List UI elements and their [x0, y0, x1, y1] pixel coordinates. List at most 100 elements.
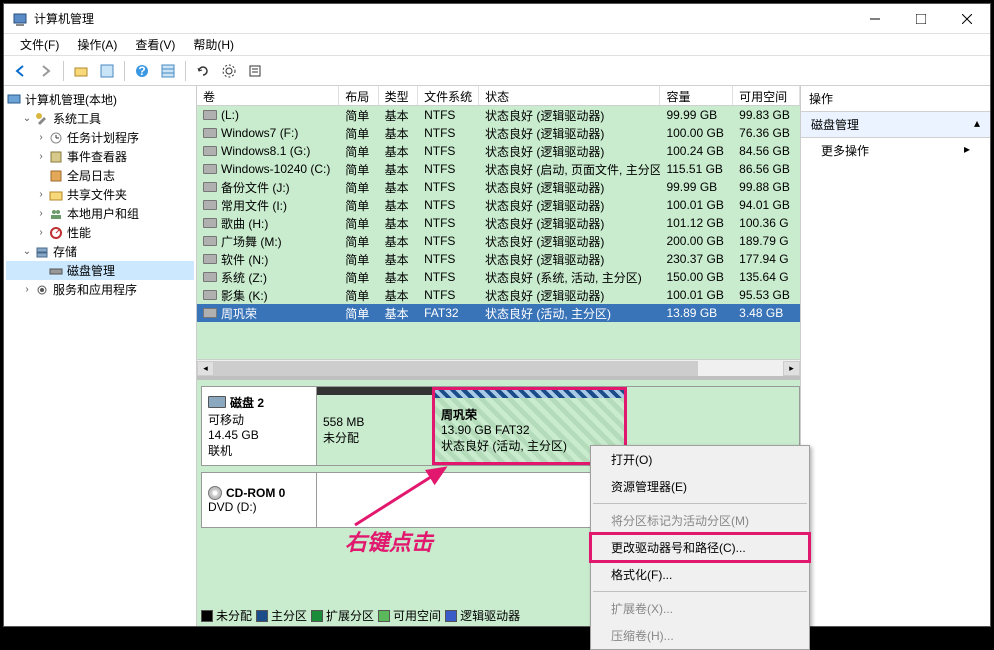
scroll-right-button[interactable]: ▸ — [783, 361, 800, 376]
forward-button[interactable] — [34, 59, 58, 83]
col-status[interactable]: 状态 — [479, 86, 660, 105]
volume-row[interactable]: 系统 (Z:)简单基本NTFS状态良好 (系统, 活动, 主分区)150.00 … — [197, 268, 800, 286]
volume-row[interactable]: (L:)简单基本NTFS状态良好 (逻辑驱动器)99.99 GB99.83 GB — [197, 106, 800, 124]
volume-name: 广场舞 (M:) — [221, 233, 282, 250]
cm-extend[interactable]: 扩展卷(X)... — [591, 595, 809, 622]
collapse-icon[interactable]: ▴ — [974, 116, 980, 133]
expand-icon[interactable]: › — [34, 151, 48, 162]
back-button[interactable] — [8, 59, 32, 83]
volume-name: (L:) — [221, 108, 239, 122]
tree-local-users[interactable]: › 本地用户和组 — [6, 204, 194, 223]
volume-row[interactable]: 歌曲 (H:)简单基本NTFS状态良好 (逻辑驱动器)101.12 GB100.… — [197, 214, 800, 232]
tree-root[interactable]: 计算机管理(本地) — [6, 90, 194, 109]
col-capacity[interactable]: 容量 — [660, 86, 733, 105]
col-volume[interactable]: 卷 — [197, 86, 339, 105]
svg-text:?: ? — [138, 64, 145, 78]
volume-row[interactable]: Windows-10240 (C:)简单基本NTFS状态良好 (启动, 页面文件… — [197, 160, 800, 178]
volume-row[interactable]: 备份文件 (J:)简单基本NTFS状态良好 (逻辑驱动器)99.99 GB99.… — [197, 178, 800, 196]
tree-global-log[interactable]: 全局日志 — [6, 166, 194, 185]
volume-capacity: 200.00 GB — [660, 234, 733, 248]
legend-label: 可用空间 — [393, 607, 441, 624]
cm-format[interactable]: 格式化(F)... — [591, 561, 809, 588]
tree-shared-folders[interactable]: › 共享文件夹 — [6, 185, 194, 204]
refresh-icon[interactable] — [191, 59, 215, 83]
volume-name: 常用文件 (I:) — [221, 197, 287, 214]
expand-icon[interactable]: › — [34, 208, 48, 219]
volume-layout: 简单 — [339, 161, 378, 178]
view-options-icon[interactable] — [95, 59, 119, 83]
volume-row[interactable]: 周巩荣简单基本FAT32状态良好 (活动, 主分区)13.89 GB3.48 G… — [197, 304, 800, 322]
tree-event-viewer[interactable]: › 事件查看器 — [6, 147, 194, 166]
horizontal-scrollbar[interactable]: ◂ ▸ — [197, 359, 800, 376]
window-title: 计算机管理 — [34, 10, 852, 27]
cm-explorer[interactable]: 资源管理器(E) — [591, 473, 809, 500]
list-view-icon[interactable] — [156, 59, 180, 83]
navigation-tree[interactable]: 计算机管理(本地) ⌄ 系统工具 › 任务计划程序 › 事件查看器 全局日志 — [4, 86, 197, 626]
col-filesystem[interactable]: 文件系统 — [418, 86, 479, 105]
cdrom-info[interactable]: CD-ROM 0 DVD (D:) — [201, 472, 317, 528]
disk-2-info[interactable]: 磁盘 2 可移动 14.45 GB 联机 — [201, 386, 317, 466]
expand-icon[interactable]: › — [34, 189, 48, 200]
volume-free: 94.01 GB — [733, 198, 800, 212]
actions-panel: 操作 磁盘管理 ▴ 更多操作 ▸ — [800, 86, 990, 626]
cm-shrink[interactable]: 压缩卷(H)... — [591, 622, 809, 649]
partition-unallocated[interactable]: 558 MB 未分配 — [317, 387, 432, 465]
volume-icon — [203, 110, 217, 120]
cm-separator — [593, 503, 807, 504]
settings-icon[interactable] — [217, 59, 241, 83]
tree-services-apps[interactable]: › 服务和应用程序 — [6, 280, 194, 299]
services-icon — [34, 282, 50, 298]
folder-up-icon[interactable] — [69, 59, 93, 83]
cm-open[interactable]: 打开(O) — [591, 446, 809, 473]
actions-more[interactable]: 更多操作 ▸ — [801, 138, 990, 163]
tree-system-tools[interactable]: ⌄ 系统工具 — [6, 109, 194, 128]
scroll-thumb[interactable] — [214, 361, 698, 376]
actions-section-disk-mgmt[interactable]: 磁盘管理 ▴ — [801, 112, 990, 138]
menu-file[interactable]: 文件(F) — [12, 34, 67, 55]
volume-status: 状态良好 (逻辑驱动器) — [479, 143, 660, 160]
expand-icon[interactable]: › — [20, 284, 34, 295]
minimize-button[interactable] — [852, 4, 898, 33]
users-icon — [48, 206, 64, 222]
maximize-button[interactable] — [898, 4, 944, 33]
tree-performance[interactable]: › 性能 — [6, 223, 194, 242]
volume-fs: NTFS — [418, 126, 479, 140]
menu-help[interactable]: 帮助(H) — [185, 34, 242, 55]
volume-row[interactable]: 广场舞 (M:)简单基本NTFS状态良好 (逻辑驱动器)200.00 GB189… — [197, 232, 800, 250]
collapse-icon[interactable]: ⌄ — [20, 113, 34, 124]
cm-mark-active[interactable]: 将分区标记为活动分区(M) — [591, 507, 809, 534]
scroll-left-button[interactable]: ◂ — [197, 361, 214, 376]
volume-status: 状态良好 (逻辑驱动器) — [479, 179, 660, 196]
scroll-track[interactable] — [214, 361, 783, 376]
volume-row[interactable]: Windows8.1 (G:)简单基本NTFS状态良好 (逻辑驱动器)100.2… — [197, 142, 800, 160]
collapse-icon[interactable]: ⌄ — [20, 246, 34, 257]
volume-free: 100.36 G — [733, 216, 800, 230]
volumes-list[interactable]: (L:)简单基本NTFS状态良好 (逻辑驱动器)99.99 GB99.83 GB… — [197, 106, 800, 376]
volume-name: 软件 (N:) — [221, 251, 268, 268]
volume-row[interactable]: 影集 (K:)简单基本NTFS状态良好 (逻辑驱动器)100.01 GB95.5… — [197, 286, 800, 304]
tree-storage[interactable]: ⌄ 存储 — [6, 242, 194, 261]
volume-row[interactable]: 常用文件 (I:)简单基本NTFS状态良好 (逻辑驱动器)100.01 GB94… — [197, 196, 800, 214]
tree-task-scheduler[interactable]: › 任务计划程序 — [6, 128, 194, 147]
cm-change-drive-letter[interactable]: 更改驱动器号和路径(C)... — [591, 534, 809, 561]
expand-icon[interactable]: › — [34, 132, 48, 143]
close-button[interactable] — [944, 4, 990, 33]
volume-row[interactable]: Windows7 (F:)简单基本NTFS状态良好 (逻辑驱动器)100.00 … — [197, 124, 800, 142]
col-type[interactable]: 类型 — [379, 86, 418, 105]
volume-fs: NTFS — [418, 162, 479, 176]
volumes-header: 卷 布局 类型 文件系统 状态 容量 可用空间 — [197, 86, 800, 106]
volume-layout: 简单 — [339, 251, 378, 268]
menu-action[interactable]: 操作(A) — [69, 34, 125, 55]
menu-view[interactable]: 查看(V) — [127, 34, 183, 55]
legend-label: 未分配 — [216, 607, 252, 624]
tree-disk-management[interactable]: 磁盘管理 — [6, 261, 194, 280]
expand-icon[interactable]: › — [34, 227, 48, 238]
volume-row[interactable]: 软件 (N:)简单基本NTFS状态良好 (逻辑驱动器)230.37 GB177.… — [197, 250, 800, 268]
col-layout[interactable]: 布局 — [339, 86, 378, 105]
volume-free: 76.36 GB — [733, 126, 800, 140]
properties-icon[interactable] — [243, 59, 267, 83]
volume-free: 86.56 GB — [733, 162, 800, 176]
help-icon[interactable]: ? — [130, 59, 154, 83]
col-free[interactable]: 可用空间 — [733, 86, 800, 105]
volume-icon — [203, 182, 217, 192]
